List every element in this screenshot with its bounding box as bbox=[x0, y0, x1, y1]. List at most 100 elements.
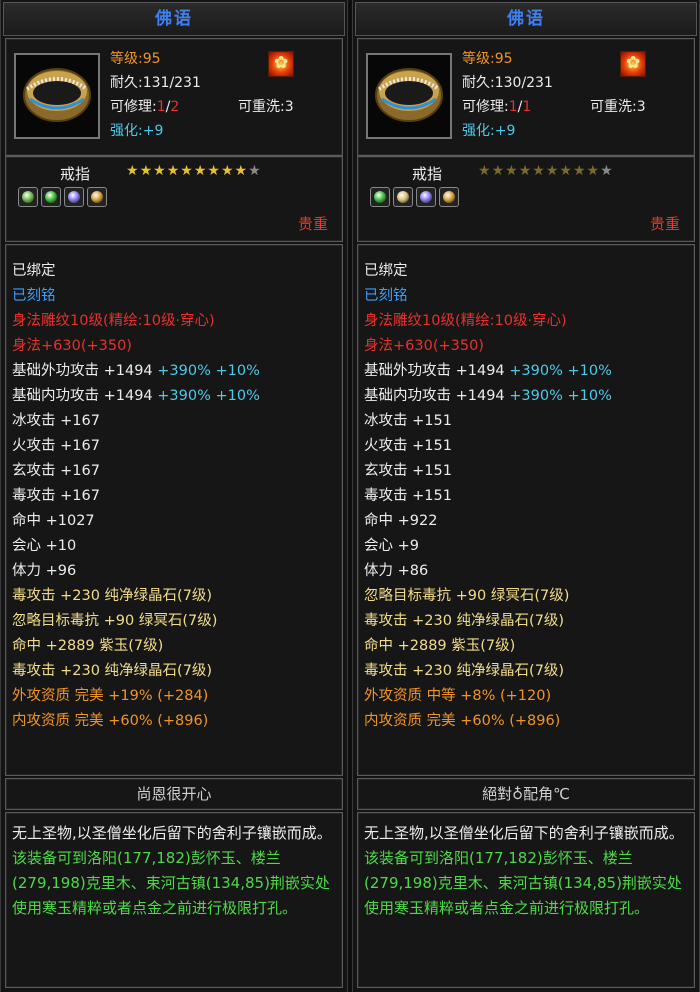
attribute-text: 已绑定 bbox=[12, 263, 56, 279]
attribute-line: 内攻资质 完美 +60% (+896) bbox=[364, 709, 690, 734]
gem-slot-icon[interactable] bbox=[393, 187, 413, 207]
item-header-panel: 等级:95 耐久:130/231 可修理:1/1 可重洗:3 强化:+9 ✿ bbox=[357, 38, 695, 156]
rarity-label: 贵重 bbox=[297, 215, 328, 233]
level-stat: 等级:95 bbox=[110, 51, 161, 67]
attribute-text: 基础外功攻击 +1494 bbox=[364, 363, 505, 379]
attribute-line: 已刻铭 bbox=[12, 284, 338, 309]
repair-stat: 可修理:1/2 bbox=[110, 99, 180, 115]
attribute-text: 火攻击 +151 bbox=[364, 438, 452, 454]
attribute-text: 基础内功攻击 +1494 bbox=[12, 388, 153, 404]
attribute-text: 玄攻击 +167 bbox=[12, 463, 100, 479]
durability-stat: 耐久:131/231 bbox=[110, 75, 201, 91]
gem-slot-icon[interactable] bbox=[439, 187, 459, 207]
gem-slot-icon[interactable] bbox=[87, 187, 107, 207]
item-type-panel: 戒指 ★★★★★★★★★★ 贵重 bbox=[357, 156, 695, 242]
attribute-text: 毒攻击 +230 纯净绿晶石(7级) bbox=[12, 663, 213, 679]
attribute-text: 毒攻击 +167 bbox=[12, 488, 100, 504]
attribute-bonus: +390% +10% bbox=[152, 388, 260, 404]
gem-slot-icon[interactable] bbox=[41, 187, 61, 207]
attribute-text: 身法+630(+350) bbox=[364, 338, 484, 354]
attribute-line: 命中 +2889 紫玉(7级) bbox=[364, 634, 690, 659]
attribute-line: 会心 +10 bbox=[12, 534, 338, 559]
rarity-label: 贵重 bbox=[649, 215, 680, 233]
attribute-text: 身法雕纹10级(精绘:10级·穿心) bbox=[12, 313, 215, 329]
rewash-stat: 可重洗:3 bbox=[238, 99, 294, 115]
gem-slot-icon[interactable] bbox=[18, 187, 38, 207]
gem-slot-icon[interactable] bbox=[416, 187, 436, 207]
attribute-text: 忽略目标毒抗 +90 绿冥石(7级) bbox=[12, 613, 218, 629]
attribute-text: 已绑定 bbox=[364, 263, 408, 279]
enhance-stat: 强化:+9 bbox=[110, 123, 164, 139]
attribute-line: 外攻资质 中等 +8% (+120) bbox=[364, 684, 690, 709]
attribute-text: 身法+630(+350) bbox=[12, 338, 132, 354]
attribute-line: 毒攻击 +167 bbox=[12, 484, 338, 509]
star-icon: ★ bbox=[139, 163, 154, 179]
attribute-text: 命中 +2889 紫玉(7级) bbox=[12, 638, 164, 654]
attribute-line: 已绑定 bbox=[364, 259, 690, 284]
item-header-panel: 等级:95 耐久:131/231 可修理:1/2 可重洗:3 强化:+9 ✿ bbox=[5, 38, 343, 156]
gem-slot-icon[interactable] bbox=[370, 187, 390, 207]
star-icon: ★ bbox=[180, 163, 194, 179]
attribute-text: 基础内功攻击 +1494 bbox=[364, 388, 505, 404]
attribute-line: 玄攻击 +167 bbox=[12, 459, 338, 484]
attribute-line: 体力 +96 bbox=[12, 559, 338, 584]
attribute-line: 命中 +1027 bbox=[12, 509, 338, 534]
star-rating: ★★★★★★★★★★ bbox=[126, 163, 262, 179]
ring-icon bbox=[375, 68, 443, 122]
gem-slot-icon[interactable] bbox=[64, 187, 84, 207]
attribute-text: 内攻资质 完美 +60% (+896) bbox=[12, 713, 209, 729]
attribute-line: 身法+630(+350) bbox=[364, 334, 690, 359]
attribute-text: 会心 +9 bbox=[364, 538, 419, 554]
star-icon: ★ bbox=[234, 163, 249, 179]
attribute-text: 毒攻击 +151 bbox=[364, 488, 452, 504]
attribute-text: 外攻资质 完美 +19% (+284) bbox=[12, 688, 209, 704]
attribute-line: 命中 +2889 紫玉(7级) bbox=[12, 634, 338, 659]
star-icon: ★ bbox=[600, 163, 614, 179]
star-rating: ★★★★★★★★★★ bbox=[478, 163, 614, 179]
attribute-line: 身法雕纹10级(精绘:10级·穿心) bbox=[12, 309, 338, 334]
star-icon: ★ bbox=[153, 163, 167, 179]
star-icon: ★ bbox=[586, 163, 601, 179]
star-icon: ★ bbox=[532, 163, 546, 179]
description-text: 无上圣物,以圣僧坐化后留下的舍利子镶嵌而成。 该装备可到洛阳(177,182)彭… bbox=[364, 821, 688, 921]
attribute-line: 外攻资质 完美 +19% (+284) bbox=[12, 684, 338, 709]
ring-icon bbox=[23, 68, 91, 122]
star-icon: ★ bbox=[505, 163, 519, 179]
attribute-line: 毒攻击 +230 纯净绿晶石(7级) bbox=[364, 609, 690, 634]
gem-slots bbox=[18, 187, 110, 211]
star-icon: ★ bbox=[193, 163, 208, 179]
attribute-text: 命中 +2889 紫玉(7级) bbox=[364, 638, 516, 654]
ring-icon-frame[interactable] bbox=[366, 53, 452, 139]
star-icon: ★ bbox=[166, 163, 181, 179]
attribute-panel: 已绑定已刻铭身法雕纹10级(精绘:10级·穿心) 身法+630(+350) 基础外功… bbox=[5, 244, 343, 776]
attribute-panel: 已绑定已刻铭 身法雕纹10级(精绘:10级·穿心) 身法+630(+350) 基础外功… bbox=[357, 244, 695, 776]
attribute-line: 身法雕纹10级(精绘:10级·穿心) bbox=[364, 309, 690, 334]
description-lore: 无上圣物,以圣僧坐化后留下的舍利子镶嵌而成。 bbox=[364, 824, 684, 842]
item-card-right: 佛语 等级:95 耐久:130/231 可修理:1/1 可重洗:3 强化:+9 … bbox=[352, 0, 700, 992]
star-icon: ★ bbox=[126, 163, 140, 179]
attribute-text: 体力 +86 bbox=[364, 563, 429, 579]
item-title: 佛语 bbox=[3, 2, 345, 36]
attribute-line: 会心 +9 bbox=[364, 534, 690, 559]
attribute-text: 冰攻击 +151 bbox=[364, 413, 452, 429]
attribute-line: 毒攻击 +151 bbox=[364, 484, 690, 509]
owner-note: 尚恩很开心 bbox=[5, 778, 343, 810]
attribute-text: 内攻资质 完美 +60% (+896) bbox=[364, 713, 561, 729]
attribute-line: 毒攻击 +230 纯净绿晶石(7级) bbox=[364, 659, 690, 684]
attribute-text: 基础外功攻击 +1494 bbox=[12, 363, 153, 379]
attribute-line: 基础内功攻击 +1494 +390% +10% bbox=[364, 384, 690, 409]
item-type-panel: 戒指 ★★★★★★★★★★ 贵重 bbox=[5, 156, 343, 242]
attribute-line: 已刻铭 bbox=[364, 284, 690, 309]
attribute-line: 基础内功攻击 +1494 +390% +10% bbox=[12, 384, 338, 409]
attribute-line: 身法+630(+350) bbox=[12, 334, 338, 359]
attribute-text: 火攻击 +167 bbox=[12, 438, 100, 454]
attribute-text: 命中 +1027 bbox=[12, 513, 95, 529]
ring-icon-frame[interactable] bbox=[14, 53, 100, 139]
enhance-stat: 强化:+9 bbox=[462, 123, 516, 139]
attribute-line: 毒攻击 +230 纯净绿晶石(7级) bbox=[12, 659, 338, 684]
attribute-list: 已绑定已刻铭 身法雕纹10级(精绘:10级·穿心) 身法+630(+350) 基础外功… bbox=[364, 259, 690, 734]
rewash-stat: 可重洗:3 bbox=[590, 99, 646, 115]
attribute-text: 冰攻击 +167 bbox=[12, 413, 100, 429]
attribute-line: 火攻击 +167 bbox=[12, 434, 338, 459]
star-icon: ★ bbox=[559, 163, 573, 179]
